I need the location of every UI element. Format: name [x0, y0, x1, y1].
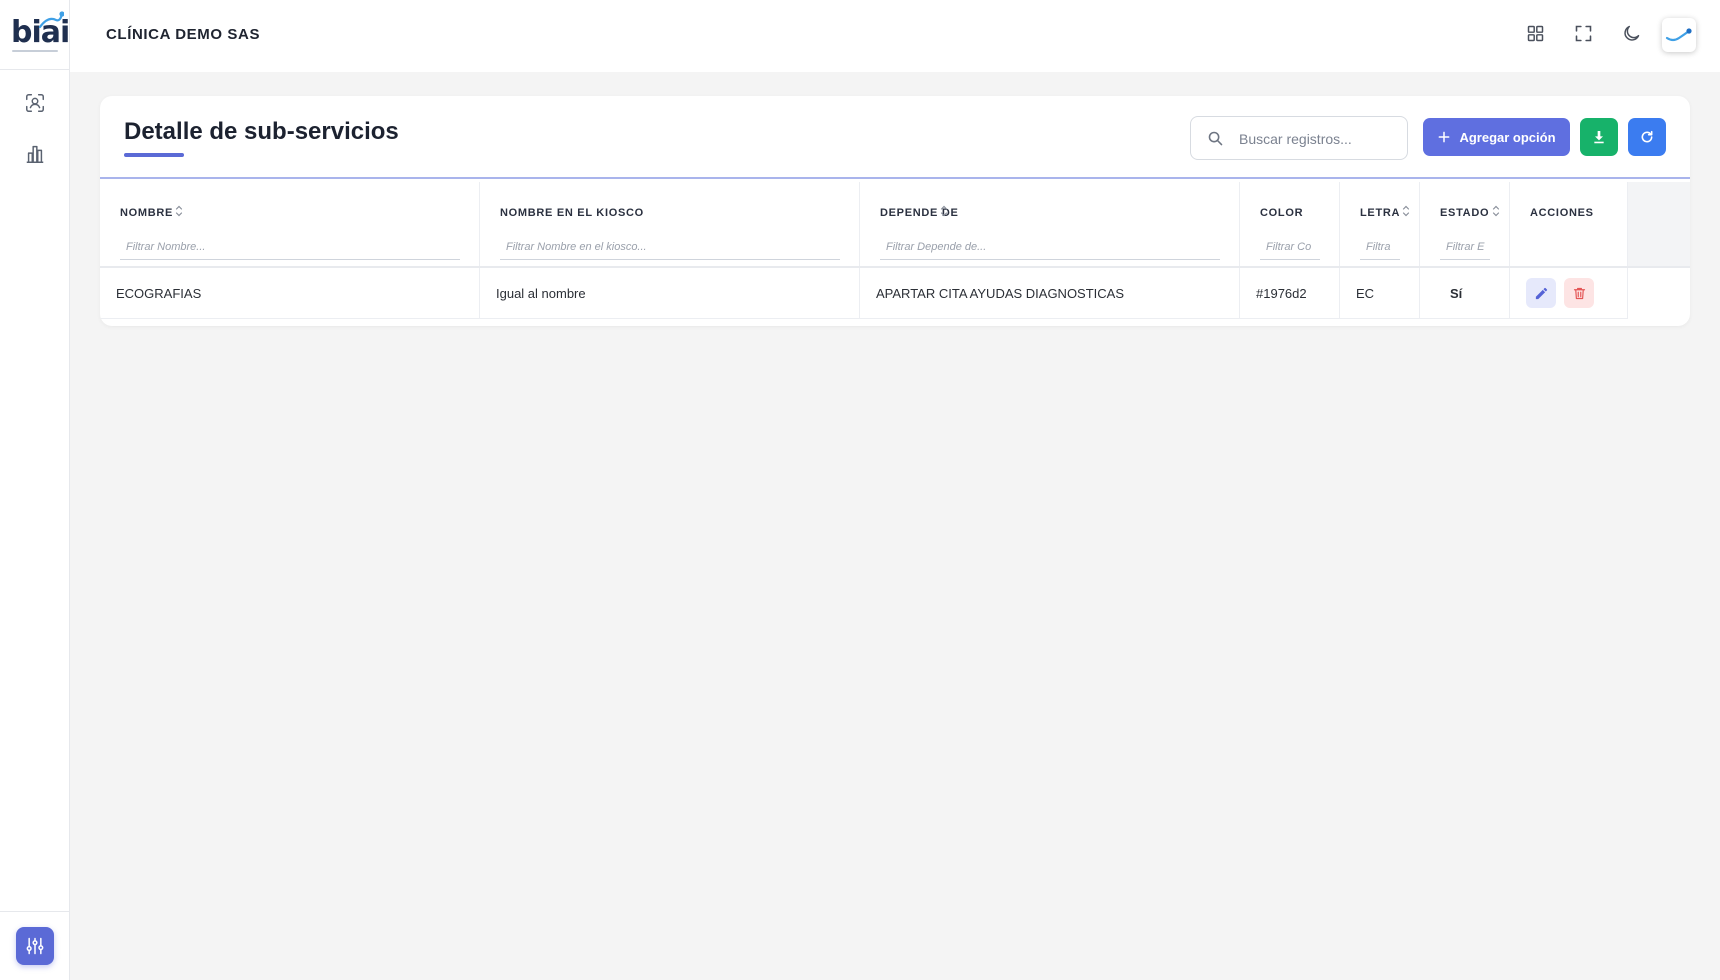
column-header-label: COLOR [1260, 207, 1304, 219]
column-header-label: LETRA [1360, 207, 1401, 219]
filter-depende-de-input[interactable] [880, 234, 1220, 260]
subservices-table: NOMBRE NOMBRE EN EL KIOSCO DEPENDE DE CO… [100, 182, 1690, 319]
column-letra: LETRA [1340, 182, 1420, 266]
sliders-icon [26, 937, 44, 955]
cell-letra: EC [1340, 268, 1420, 318]
user-avatar[interactable] [1662, 18, 1696, 52]
sidebar-item-reports[interactable] [22, 141, 48, 167]
sidebar-item-users[interactable] [22, 90, 48, 116]
filter-letra-input[interactable] [1360, 234, 1400, 260]
column-nombre-kiosco: NOMBRE EN EL KIOSCO [480, 182, 860, 266]
search-input[interactable] [1239, 129, 1399, 149]
trash-icon [1573, 287, 1585, 299]
delete-button[interactable] [1564, 278, 1594, 308]
column-estado: ESTADO [1420, 182, 1510, 266]
cell-acciones [1510, 268, 1628, 318]
sort-icon[interactable] [940, 204, 948, 218]
top-bar: CLÍNICA DEMO SAS [70, 0, 1720, 72]
refresh-icon [1641, 130, 1653, 143]
column-header-label: ACCIONES [1530, 207, 1594, 219]
brand-swoosh-icon [1665, 28, 1692, 42]
cell-color: #1976d2 [1240, 268, 1340, 318]
sidebar: biai [0, 0, 70, 980]
page-title: Detalle de sub-servicios [124, 118, 399, 145]
download-icon [1594, 131, 1604, 144]
column-header-label: NOMBRE [120, 207, 174, 219]
cell-nombre: ECOGRAFIAS [100, 268, 480, 318]
sort-icon[interactable] [175, 204, 183, 218]
table-body: ECOGRAFIAS Igual al nombre APARTAR CITA … [100, 268, 1690, 319]
table-header: NOMBRE NOMBRE EN EL KIOSCO DEPENDE DE CO… [100, 182, 1690, 268]
cell-estado: Sí [1420, 268, 1510, 318]
logo-tagline [12, 50, 58, 52]
filter-nombre-input[interactable] [120, 234, 460, 260]
filter-estado-input[interactable] [1440, 234, 1490, 260]
filter-color-input[interactable] [1260, 234, 1320, 260]
apps-grid-button[interactable] [1523, 21, 1547, 45]
pencil-icon [1535, 287, 1547, 299]
refresh-button[interactable] [1628, 118, 1666, 156]
download-button[interactable] [1580, 118, 1618, 156]
edit-button[interactable] [1526, 278, 1556, 308]
sort-icon[interactable] [1402, 204, 1410, 218]
column-depende-de: DEPENDE DE [860, 182, 1240, 266]
biai-logo[interactable]: biai [8, 10, 70, 54]
row-divider [100, 318, 1628, 319]
column-acciones: ACCIONES [1510, 182, 1628, 266]
logo-swoosh-icon [38, 11, 64, 29]
column-header-label: NOMBRE EN EL KIOSCO [500, 207, 644, 219]
sidebar-divider [0, 69, 70, 70]
clinic-name: CLÍNICA DEMO SAS [106, 26, 261, 43]
add-option-label: Agregar opción [1459, 129, 1556, 145]
filter-nombre-kiosco-input[interactable] [500, 234, 840, 260]
title-underline [124, 153, 184, 157]
sidebar-bottom-divider [0, 911, 70, 912]
search-box[interactable] [1190, 116, 1408, 160]
column-color: COLOR [1240, 182, 1340, 266]
dark-mode-moon-icon [1623, 25, 1639, 41]
bar-chart-icon [26, 145, 44, 163]
plus-icon [1439, 131, 1450, 143]
sort-icon[interactable] [1492, 204, 1500, 218]
subservices-card: Detalle de sub-servicios Agregar opción … [100, 96, 1690, 326]
header-divider [100, 177, 1690, 179]
apps-grid-icon [1527, 25, 1543, 41]
header-spacer [1628, 182, 1690, 266]
search-icon [1208, 131, 1223, 146]
cell-nombre-kiosco: Igual al nombre [480, 268, 860, 318]
dark-mode-toggle[interactable] [1619, 21, 1643, 45]
settings-button[interactable] [16, 927, 54, 965]
fullscreen-button[interactable] [1571, 21, 1595, 45]
add-option-button[interactable]: Agregar opción [1423, 118, 1570, 156]
column-header-label: ESTADO [1440, 207, 1490, 219]
user-scan-icon [26, 94, 44, 112]
fullscreen-icon [1575, 25, 1591, 41]
cell-depende-de: APARTAR CITA AYUDAS DIAGNOSTICAS [860, 268, 1240, 318]
column-nombre: NOMBRE [100, 182, 480, 266]
